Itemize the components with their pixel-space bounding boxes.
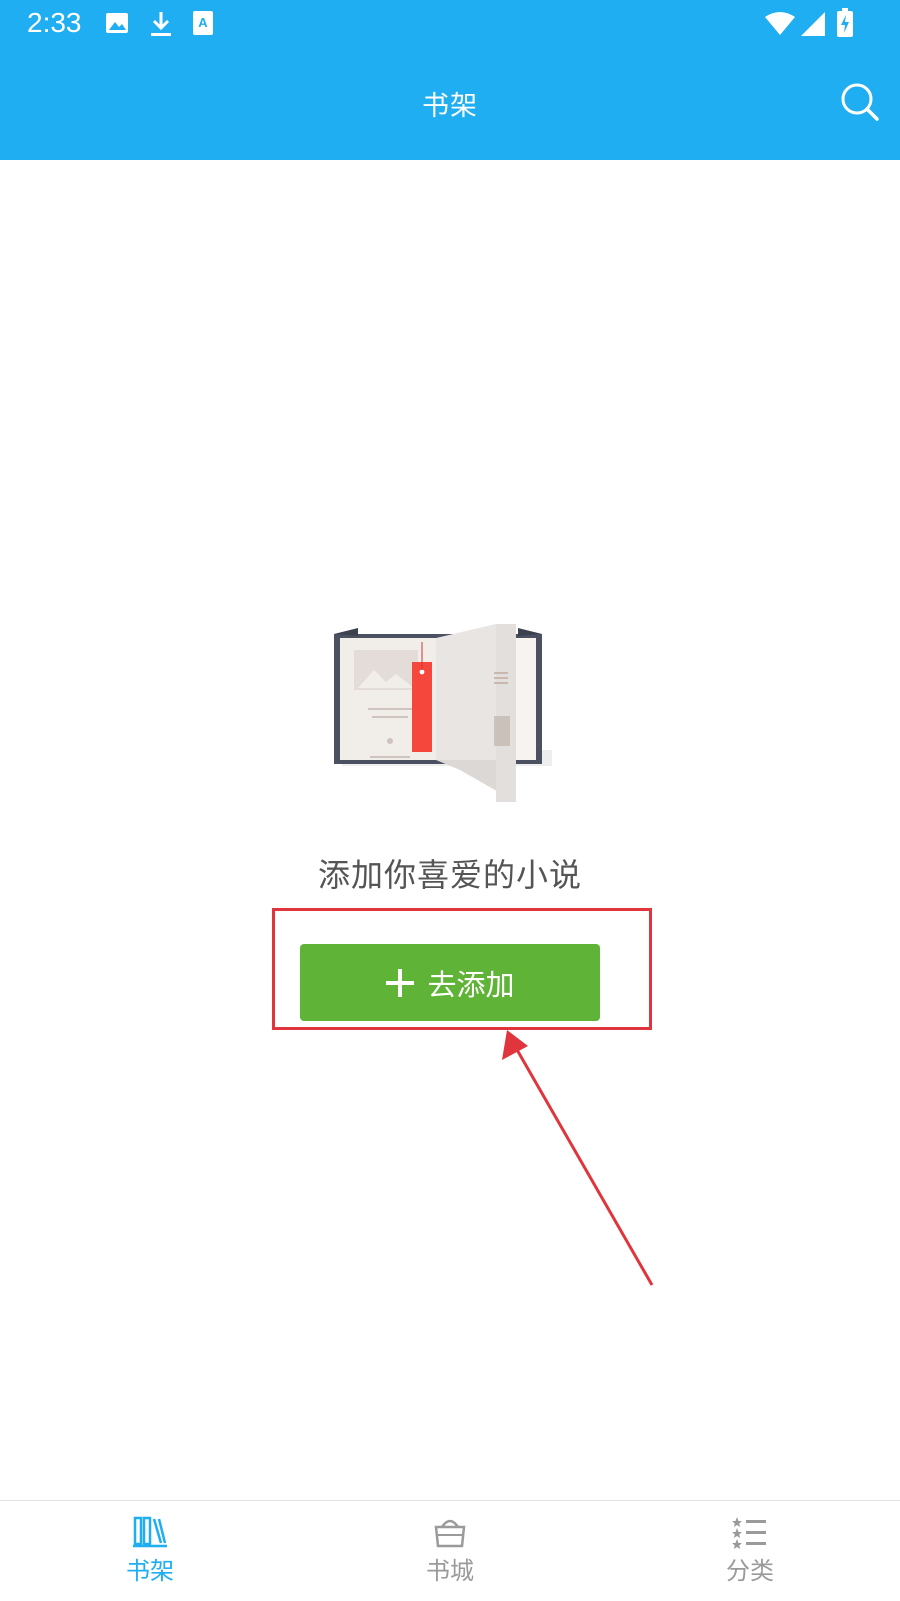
search-button[interactable]: [838, 80, 882, 124]
tab-category[interactable]: 分类: [600, 1501, 900, 1601]
bookshelf-icon: [133, 1516, 167, 1548]
empty-message: 添加你喜爱的小说: [317, 856, 582, 894]
tab-bookshelf-label: 书架: [126, 1557, 174, 1585]
image-icon: [104, 10, 130, 40]
tab-bookstore[interactable]: 书城: [300, 1501, 600, 1601]
tab-bookshelf[interactable]: 书架: [0, 1501, 300, 1601]
plus-icon: [386, 968, 415, 997]
tab-category-label: 分类: [726, 1557, 774, 1585]
category-list-icon: [732, 1517, 766, 1549]
text-a-icon: A: [192, 10, 214, 40]
open-book-illustration: [334, 624, 552, 802]
battery-charging-icon: [836, 8, 854, 42]
status-bar: 2:33 A: [0, 0, 900, 50]
bottom-navigation: 书架 书城 分类: [0, 1500, 900, 1601]
app-bar: 书架: [0, 50, 900, 160]
add-button-label: 去添加: [427, 967, 515, 1002]
status-time: 2:33: [27, 7, 82, 38]
add-novel-button[interactable]: 去添加: [300, 944, 600, 1021]
search-icon: [841, 83, 879, 121]
page-title: 书架: [422, 91, 478, 122]
tab-bookstore-label: 书城: [426, 1557, 474, 1585]
download-icon: [148, 10, 174, 42]
signal-icon: [800, 11, 826, 41]
wifi-icon: [764, 12, 796, 40]
svg-text:A: A: [198, 15, 208, 30]
store-basket-icon: [434, 1519, 466, 1548]
empty-bookshelf-area: 添加你喜爱的小说 去添加: [0, 160, 900, 1500]
